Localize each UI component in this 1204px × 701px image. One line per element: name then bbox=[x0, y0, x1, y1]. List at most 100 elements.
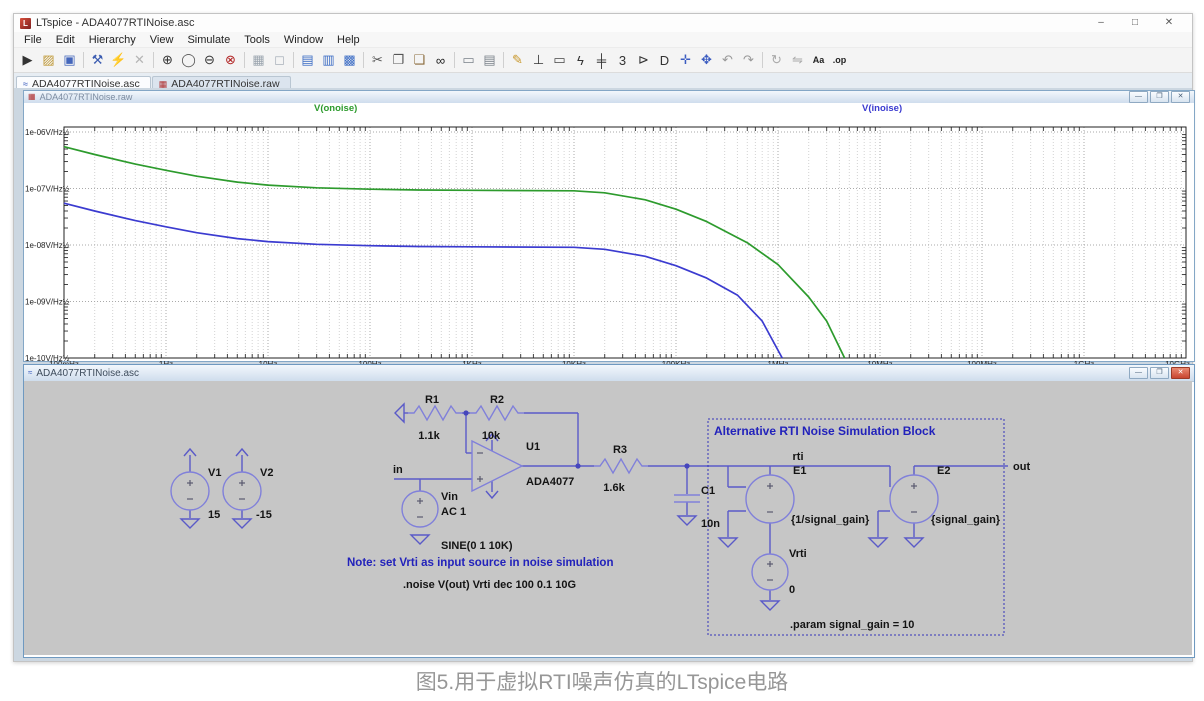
y-tick-label: 1e-06V/Hz½ bbox=[25, 128, 70, 137]
schematic-minimize-button[interactable]: — bbox=[1129, 367, 1148, 379]
move-icon[interactable]: ✛ bbox=[675, 50, 696, 70]
menubar: FileEditHierarchyViewSimulateToolsWindow… bbox=[14, 32, 1192, 48]
value-r2: 10k bbox=[482, 430, 501, 442]
ground-icon[interactable]: ⊥ bbox=[528, 50, 549, 70]
value-r1: 1.1k bbox=[418, 430, 440, 442]
toolbar-separator bbox=[153, 52, 154, 68]
menu-hierarchy[interactable]: Hierarchy bbox=[82, 34, 143, 46]
menu-tools[interactable]: Tools bbox=[237, 34, 277, 46]
diode-icon[interactable]: ⊳ bbox=[633, 50, 654, 70]
value-vin-sine: SINE(0 1 10K) bbox=[441, 540, 513, 552]
rotate-icon[interactable]: ↻ bbox=[766, 50, 787, 70]
plot-pane[interactable]: V(onoise) V(inoise) 100mHz1Hz10Hz100Hz1K… bbox=[24, 103, 1194, 361]
open-icon[interactable]: ▨ bbox=[38, 50, 59, 70]
zoom-fit-icon[interactable]: ⊗ bbox=[220, 50, 241, 70]
plot_window-minimize-button[interactable]: — bbox=[1129, 91, 1148, 103]
value-v2: -15 bbox=[256, 509, 272, 521]
trace-label-inoise[interactable]: V(inoise) bbox=[862, 103, 902, 114]
menu-file[interactable]: File bbox=[17, 34, 49, 46]
halt-icon[interactable]: ✕ bbox=[129, 50, 150, 70]
redo-icon[interactable]: ↷ bbox=[738, 50, 759, 70]
mirror-icon[interactable]: ⇋ bbox=[787, 50, 808, 70]
menu-simulate[interactable]: Simulate bbox=[180, 34, 237, 46]
schematic-restore-button[interactable]: ❐ bbox=[1150, 367, 1169, 379]
menu-window[interactable]: Window bbox=[277, 34, 330, 46]
control-panel-icon[interactable]: ⚒ bbox=[87, 50, 108, 70]
value-vin-ac: AC 1 bbox=[441, 506, 466, 518]
schematic-window-titlebar[interactable]: ≈ ADA4077RTINoise.asc —❐✕ bbox=[24, 365, 1194, 382]
y-tick-label: 1e-10V/Hz½ bbox=[25, 354, 70, 363]
trace-labels: V(onoise) V(inoise) bbox=[24, 103, 1194, 115]
noise-directive-text: .noise V(out) Vrti dec 100 0.1 10G bbox=[403, 579, 576, 591]
resistor-icon[interactable]: ϟ bbox=[570, 50, 591, 70]
minimize-button[interactable]: – bbox=[1084, 14, 1118, 32]
close-button[interactable]: ✕ bbox=[1152, 14, 1186, 32]
label-icon[interactable]: ▭ bbox=[549, 50, 570, 70]
trace-V(onoise)[interactable] bbox=[64, 147, 845, 358]
autorange-icon[interactable]: ▦ bbox=[248, 50, 269, 70]
cascade-icon[interactable]: ▩ bbox=[339, 50, 360, 70]
schematic-window-title: ADA4077RTINoise.asc bbox=[36, 368, 139, 379]
param-directive-text: .param signal_gain = 10 bbox=[790, 619, 914, 631]
value-e2: {signal_gain} bbox=[931, 514, 1001, 526]
new-schematic-icon[interactable]: ▶ bbox=[17, 50, 38, 70]
run-icon[interactable]: ⚡ bbox=[108, 50, 129, 70]
cut-icon[interactable]: ✂ bbox=[367, 50, 388, 70]
titlebar[interactable]: L LTspice - ADA4077RTINoise.asc –□✕ bbox=[14, 14, 1192, 32]
toolbar-separator bbox=[363, 52, 364, 68]
toolbar-separator bbox=[83, 52, 84, 68]
wire-icon[interactable]: ✎ bbox=[507, 50, 528, 70]
save-icon[interactable]: ▣ bbox=[59, 50, 80, 70]
toolbar-separator bbox=[503, 52, 504, 68]
plot_window-close-button[interactable]: ✕ bbox=[1171, 91, 1190, 103]
capacitor-icon[interactable]: ╪ bbox=[591, 50, 612, 70]
label-v1: V1 bbox=[208, 467, 221, 479]
noise-plot[interactable]: 100mHz1Hz10Hz100Hz1KHz10KHz100KHz1MHz10M… bbox=[24, 115, 1192, 371]
maximize-button[interactable]: □ bbox=[1118, 14, 1152, 32]
zoom-out-icon[interactable]: ⊖ bbox=[199, 50, 220, 70]
copy-icon[interactable]: ❐ bbox=[388, 50, 409, 70]
toolbar-separator bbox=[454, 52, 455, 68]
trace-V(inoise)[interactable] bbox=[64, 203, 782, 358]
ltspice-window: L LTspice - ADA4077RTINoise.asc –□✕ File… bbox=[13, 13, 1193, 662]
label-vrti: Vrti bbox=[789, 548, 807, 560]
undo-icon[interactable]: ↶ bbox=[717, 50, 738, 70]
find-icon[interactable]: ∞ bbox=[430, 50, 451, 70]
print-icon[interactable]: ▤ bbox=[479, 50, 500, 70]
tile-vertical-icon[interactable]: ▥ bbox=[318, 50, 339, 70]
value-r3: 1.6k bbox=[603, 482, 625, 494]
label-r2: R2 bbox=[490, 394, 504, 406]
value-u1: ADA4077 bbox=[526, 476, 574, 488]
menu-help[interactable]: Help bbox=[330, 34, 367, 46]
menu-edit[interactable]: Edit bbox=[49, 34, 82, 46]
window-title: LTspice - ADA4077RTINoise.asc bbox=[36, 17, 195, 29]
paste-icon[interactable]: ❏ bbox=[409, 50, 430, 70]
plot-settings-icon[interactable]: ◻ bbox=[269, 50, 290, 70]
zoom-back-icon[interactable]: ◯ bbox=[178, 50, 199, 70]
text-icon[interactable]: Aa bbox=[808, 50, 829, 70]
net-label-rti: rti bbox=[793, 451, 804, 463]
label-u1: U1 bbox=[526, 441, 540, 453]
junction-dot bbox=[684, 463, 689, 468]
schematic-canvas[interactable]: R11.1kR210kR31.6kC110nU1ADA4077V115V2-15… bbox=[24, 381, 1192, 655]
drag-icon[interactable]: ✥ bbox=[696, 50, 717, 70]
schematic-file-icon: ≈ bbox=[28, 369, 32, 377]
toolbar-separator bbox=[293, 52, 294, 68]
tile-horizontal-icon[interactable]: ▤ bbox=[297, 50, 318, 70]
label-r3: R3 bbox=[613, 444, 627, 456]
menu-view[interactable]: View bbox=[143, 34, 181, 46]
plot_window-restore-button[interactable]: ❐ bbox=[1150, 91, 1169, 103]
value-vrti: 0 bbox=[789, 584, 795, 596]
spice-directive-icon[interactable]: .op bbox=[829, 50, 850, 70]
schematic-window: ≈ ADA4077RTINoise.asc —❐✕ R11.1kR210kR31… bbox=[23, 364, 1195, 658]
toolbar: ▶▨▣⚒⚡✕⊕◯⊖⊗▦◻▤▥▩✂❐❏∞▭▤✎⊥▭ϟ╪3⊳D✛✥↶↷↻⇋Aa.op bbox=[14, 48, 1192, 73]
ltspice-logo-icon: L bbox=[20, 18, 31, 29]
note-text: Note: set Vrti as input source in noise … bbox=[347, 557, 613, 569]
zoom-in-icon[interactable]: ⊕ bbox=[157, 50, 178, 70]
trace-label-onoise[interactable]: V(onoise) bbox=[314, 103, 357, 114]
schematic-close-button[interactable]: ✕ bbox=[1171, 367, 1190, 379]
print-preview-icon[interactable]: ▭ bbox=[458, 50, 479, 70]
inductor-icon[interactable]: 3 bbox=[612, 50, 633, 70]
label-c1: C1 bbox=[701, 485, 715, 497]
component-icon[interactable]: D bbox=[654, 50, 675, 70]
